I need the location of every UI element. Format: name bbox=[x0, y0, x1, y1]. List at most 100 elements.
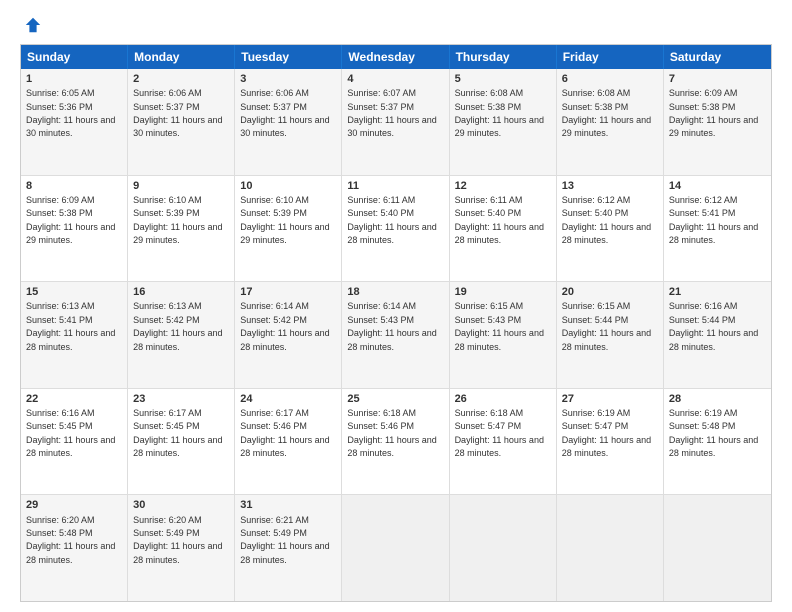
day-number: 19 bbox=[455, 285, 551, 299]
calendar-row: 1 Sunrise: 6:05 AMSunset: 5:36 PMDaylight… bbox=[21, 69, 771, 175]
table-row: 13 Sunrise: 6:12 AMSunset: 5:40 PMDayligh… bbox=[557, 176, 664, 282]
header-sunday: Sunday bbox=[21, 45, 128, 69]
table-row: 21 Sunrise: 6:16 AMSunset: 5:44 PMDayligh… bbox=[664, 282, 771, 388]
cell-info: Sunrise: 6:09 AMSunset: 5:38 PMDaylight:… bbox=[26, 195, 115, 245]
header-friday: Friday bbox=[557, 45, 664, 69]
day-number: 21 bbox=[669, 285, 766, 299]
table-row: 3Sunrise: 6:06 AMSunset: 5:37 PMDaylight… bbox=[235, 69, 342, 175]
cell-info: Sunrise: 6:06 AMSunset: 5:37 PMDaylight:… bbox=[133, 88, 222, 138]
header-thursday: Thursday bbox=[450, 45, 557, 69]
table-row: 17 Sunrise: 6:14 AMSunset: 5:42 PMDayligh… bbox=[235, 282, 342, 388]
calendar-body: 1 Sunrise: 6:05 AMSunset: 5:36 PMDaylight… bbox=[21, 69, 771, 601]
table-row: 15 Sunrise: 6:13 AMSunset: 5:41 PMDayligh… bbox=[21, 282, 128, 388]
day-number: 28 bbox=[669, 392, 766, 406]
table-row: 26 Sunrise: 6:18 AMSunset: 5:47 PMDayligh… bbox=[450, 389, 557, 495]
table-row: 14 Sunrise: 6:12 AMSunset: 5:41 PMDayligh… bbox=[664, 176, 771, 282]
cell-info: Sunrise: 6:05 AMSunset: 5:36 PMDaylight:… bbox=[26, 88, 115, 138]
cell-info: Sunrise: 6:08 AMSunset: 5:38 PMDaylight:… bbox=[455, 88, 544, 138]
table-row bbox=[450, 495, 557, 601]
table-row: 28 Sunrise: 6:19 AMSunset: 5:48 PMDayligh… bbox=[664, 389, 771, 495]
cell-info: Sunrise: 6:19 AMSunset: 5:48 PMDaylight:… bbox=[669, 408, 758, 458]
day-number: 24 bbox=[240, 392, 336, 406]
day-number: 27 bbox=[562, 392, 658, 406]
cell-info: Sunrise: 6:06 AMSunset: 5:37 PMDaylight:… bbox=[240, 88, 329, 138]
cell-info: Sunrise: 6:07 AMSunset: 5:37 PMDaylight:… bbox=[347, 88, 436, 138]
day-number: 5 bbox=[455, 72, 551, 86]
day-number: 16 bbox=[133, 285, 229, 299]
table-row: 27 Sunrise: 6:19 AMSunset: 5:47 PMDayligh… bbox=[557, 389, 664, 495]
calendar-header: Sunday Monday Tuesday Wednesday Thursday… bbox=[21, 45, 771, 69]
cell-info: Sunrise: 6:20 AMSunset: 5:48 PMDaylight:… bbox=[26, 515, 115, 565]
table-row bbox=[557, 495, 664, 601]
cell-info: Sunrise: 6:19 AMSunset: 5:47 PMDaylight:… bbox=[562, 408, 651, 458]
cell-info: Sunrise: 6:14 AMSunset: 5:43 PMDaylight:… bbox=[347, 301, 436, 351]
table-row: 4 Sunrise: 6:07 AMSunset: 5:37 PMDaylight… bbox=[342, 69, 449, 175]
table-row: 18 Sunrise: 6:14 AMSunset: 5:43 PMDayligh… bbox=[342, 282, 449, 388]
cell-info: Sunrise: 6:15 AMSunset: 5:44 PMDaylight:… bbox=[562, 301, 651, 351]
day-number: 13 bbox=[562, 179, 658, 193]
calendar-row: 8 Sunrise: 6:09 AMSunset: 5:38 PMDaylight… bbox=[21, 175, 771, 282]
day-number: 10 bbox=[240, 179, 336, 193]
header bbox=[20, 16, 772, 34]
table-row: 19 Sunrise: 6:15 AMSunset: 5:43 PMDayligh… bbox=[450, 282, 557, 388]
calendar-row: 15 Sunrise: 6:13 AMSunset: 5:41 PMDayligh… bbox=[21, 281, 771, 388]
day-number: 26 bbox=[455, 392, 551, 406]
cell-info: Sunrise: 6:18 AMSunset: 5:47 PMDaylight:… bbox=[455, 408, 544, 458]
day-number: 20 bbox=[562, 285, 658, 299]
table-row: 22Sunrise: 6:16 AMSunset: 5:45 PMDayligh… bbox=[21, 389, 128, 495]
cell-info: Sunrise: 6:18 AMSunset: 5:46 PMDaylight:… bbox=[347, 408, 436, 458]
cell-info: Sunrise: 6:12 AMSunset: 5:40 PMDaylight:… bbox=[562, 195, 651, 245]
day-number: 7 bbox=[669, 72, 766, 86]
table-row: 16Sunrise: 6:13 AMSunset: 5:42 PMDayligh… bbox=[128, 282, 235, 388]
logo-icon bbox=[24, 16, 42, 34]
cell-info: Sunrise: 6:17 AMSunset: 5:45 PMDaylight:… bbox=[133, 408, 222, 458]
cell-info: Sunrise: 6:21 AMSunset: 5:49 PMDaylight:… bbox=[240, 515, 329, 565]
table-row: 9Sunrise: 6:10 AMSunset: 5:39 PMDaylight… bbox=[128, 176, 235, 282]
table-row: 24 Sunrise: 6:17 AMSunset: 5:46 PMDayligh… bbox=[235, 389, 342, 495]
page: Sunday Monday Tuesday Wednesday Thursday… bbox=[0, 0, 792, 612]
day-number: 18 bbox=[347, 285, 443, 299]
header-monday: Monday bbox=[128, 45, 235, 69]
day-number: 8 bbox=[26, 179, 122, 193]
day-number: 22 bbox=[26, 392, 122, 406]
table-row: 8 Sunrise: 6:09 AMSunset: 5:38 PMDaylight… bbox=[21, 176, 128, 282]
day-number: 29 bbox=[26, 498, 122, 512]
day-number: 31 bbox=[240, 498, 336, 512]
table-row bbox=[664, 495, 771, 601]
table-row: 10 Sunrise: 6:10 AMSunset: 5:39 PMDayligh… bbox=[235, 176, 342, 282]
cell-info: Sunrise: 6:15 AMSunset: 5:43 PMDaylight:… bbox=[455, 301, 544, 351]
table-row: 7 Sunrise: 6:09 AMSunset: 5:38 PMDaylight… bbox=[664, 69, 771, 175]
table-row: 29 Sunrise: 6:20 AMSunset: 5:48 PMDayligh… bbox=[21, 495, 128, 601]
cell-info: Sunrise: 6:10 AMSunset: 5:39 PMDaylight:… bbox=[240, 195, 329, 245]
calendar: Sunday Monday Tuesday Wednesday Thursday… bbox=[20, 44, 772, 602]
header-tuesday: Tuesday bbox=[235, 45, 342, 69]
table-row: 6Sunrise: 6:08 AMSunset: 5:38 PMDaylight… bbox=[557, 69, 664, 175]
table-row: 12 Sunrise: 6:11 AMSunset: 5:40 PMDayligh… bbox=[450, 176, 557, 282]
cell-info: Sunrise: 6:11 AMSunset: 5:40 PMDaylight:… bbox=[455, 195, 544, 245]
table-row: 2 Sunrise: 6:06 AMSunset: 5:37 PMDaylight… bbox=[128, 69, 235, 175]
day-number: 2 bbox=[133, 72, 229, 86]
table-row: 11Sunrise: 6:11 AMSunset: 5:40 PMDayligh… bbox=[342, 176, 449, 282]
table-row: 25Sunrise: 6:18 AMSunset: 5:46 PMDayligh… bbox=[342, 389, 449, 495]
cell-info: Sunrise: 6:17 AMSunset: 5:46 PMDaylight:… bbox=[240, 408, 329, 458]
day-number: 4 bbox=[347, 72, 443, 86]
cell-info: Sunrise: 6:16 AMSunset: 5:44 PMDaylight:… bbox=[669, 301, 758, 351]
day-number: 14 bbox=[669, 179, 766, 193]
cell-info: Sunrise: 6:13 AMSunset: 5:41 PMDaylight:… bbox=[26, 301, 115, 351]
table-row: 31 Sunrise: 6:21 AMSunset: 5:49 PMDayligh… bbox=[235, 495, 342, 601]
calendar-row: 22Sunrise: 6:16 AMSunset: 5:45 PMDayligh… bbox=[21, 388, 771, 495]
day-number: 9 bbox=[133, 179, 229, 193]
day-number: 23 bbox=[133, 392, 229, 406]
table-row: 5 Sunrise: 6:08 AMSunset: 5:38 PMDaylight… bbox=[450, 69, 557, 175]
day-number: 15 bbox=[26, 285, 122, 299]
table-row bbox=[342, 495, 449, 601]
cell-info: Sunrise: 6:14 AMSunset: 5:42 PMDaylight:… bbox=[240, 301, 329, 351]
cell-info: Sunrise: 6:12 AMSunset: 5:41 PMDaylight:… bbox=[669, 195, 758, 245]
day-number: 1 bbox=[26, 72, 122, 86]
calendar-row: 29 Sunrise: 6:20 AMSunset: 5:48 PMDayligh… bbox=[21, 494, 771, 601]
day-number: 17 bbox=[240, 285, 336, 299]
day-number: 12 bbox=[455, 179, 551, 193]
cell-info: Sunrise: 6:20 AMSunset: 5:49 PMDaylight:… bbox=[133, 515, 222, 565]
cell-info: Sunrise: 6:09 AMSunset: 5:38 PMDaylight:… bbox=[669, 88, 758, 138]
header-saturday: Saturday bbox=[664, 45, 771, 69]
